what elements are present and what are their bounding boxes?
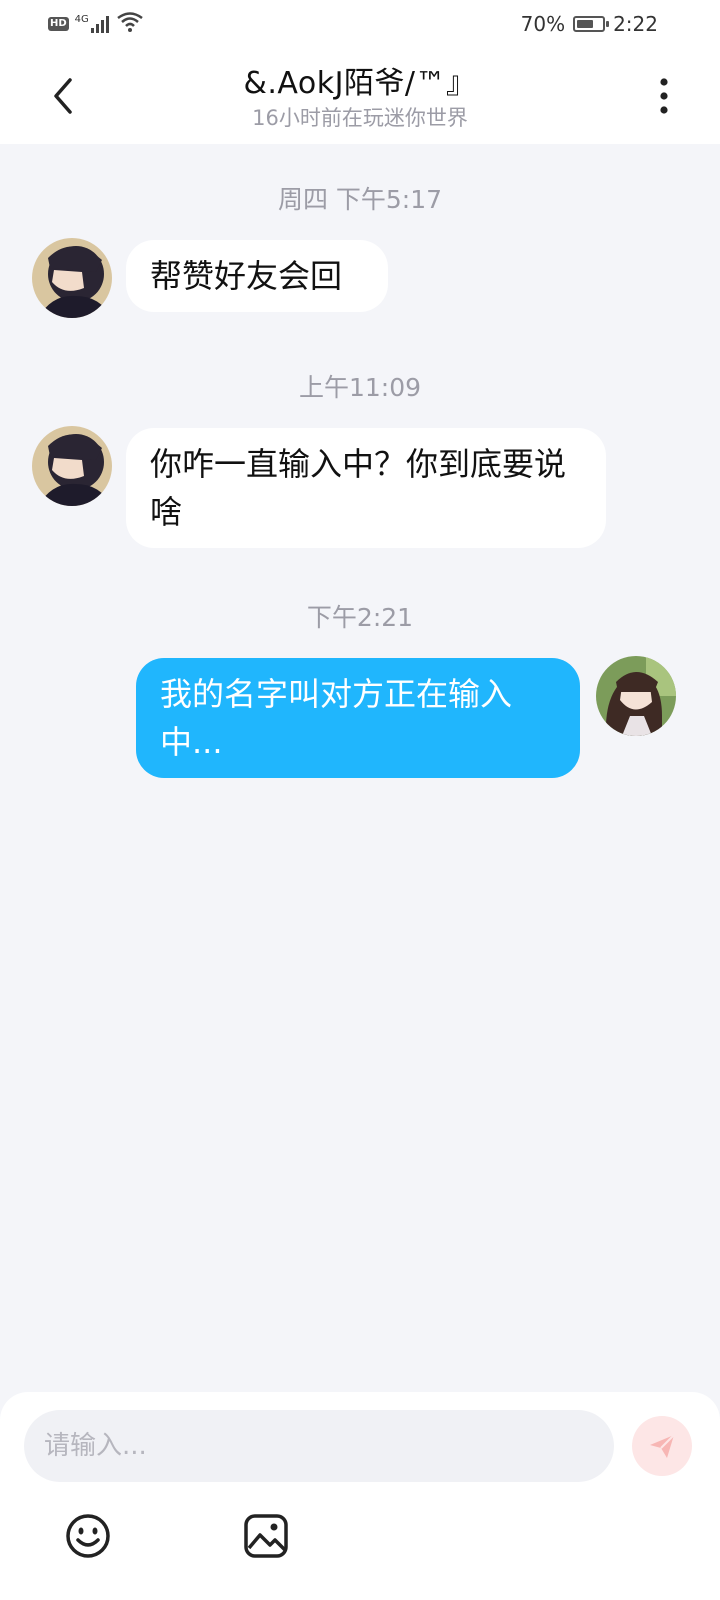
contact-avatar[interactable] [32, 426, 112, 506]
status-left: HD 4G [48, 12, 143, 36]
clock: 2:22 [613, 12, 658, 36]
contact-name: &.AokJ陌爷/™』 [243, 66, 477, 101]
message-timestamp: 下午2:21 [306, 603, 414, 632]
message-bubble-incoming[interactable]: 你咋一直输入中？你到底要说啥 [126, 428, 606, 548]
contact-avatar[interactable] [32, 238, 112, 318]
more-vertical-icon [660, 78, 668, 114]
more-options-button[interactable] [652, 76, 676, 116]
send-icon [650, 1434, 675, 1458]
contact-activity-status: 16小时前在玩迷你世界 [252, 106, 468, 130]
message-bubble-outgoing[interactable]: 我的名字叫对方正在输入中... [136, 658, 580, 778]
battery-percent: 70% [520, 12, 566, 36]
emoji-icon [66, 1514, 110, 1558]
composer [0, 1392, 720, 1600]
network-type: 4G [74, 14, 89, 25]
image-button[interactable] [242, 1512, 290, 1560]
emoji-button[interactable] [64, 1512, 112, 1560]
message-timestamp: 上午11:09 [298, 373, 422, 402]
message-timestamp: 周四 下午5:17 [277, 185, 443, 214]
battery-icon [573, 16, 610, 32]
chat-header: &.AokJ陌爷/™』 16小时前在玩迷你世界 [0, 48, 720, 144]
my-avatar[interactable] [596, 656, 676, 736]
message-input[interactable] [24, 1410, 614, 1482]
status-right: 70% 2:22 [521, 12, 658, 36]
send-button[interactable] [632, 1416, 692, 1476]
message-bubble-incoming[interactable]: 帮赞好友会回 [126, 240, 388, 312]
battery-fill [577, 20, 593, 28]
network-signal-icon: 4G [74, 14, 111, 33]
status-bar: HD 4G 70% 2:22 [0, 0, 720, 48]
wifi-icon [117, 12, 143, 36]
image-icon [244, 1514, 288, 1558]
hd-badge: HD [48, 17, 69, 31]
